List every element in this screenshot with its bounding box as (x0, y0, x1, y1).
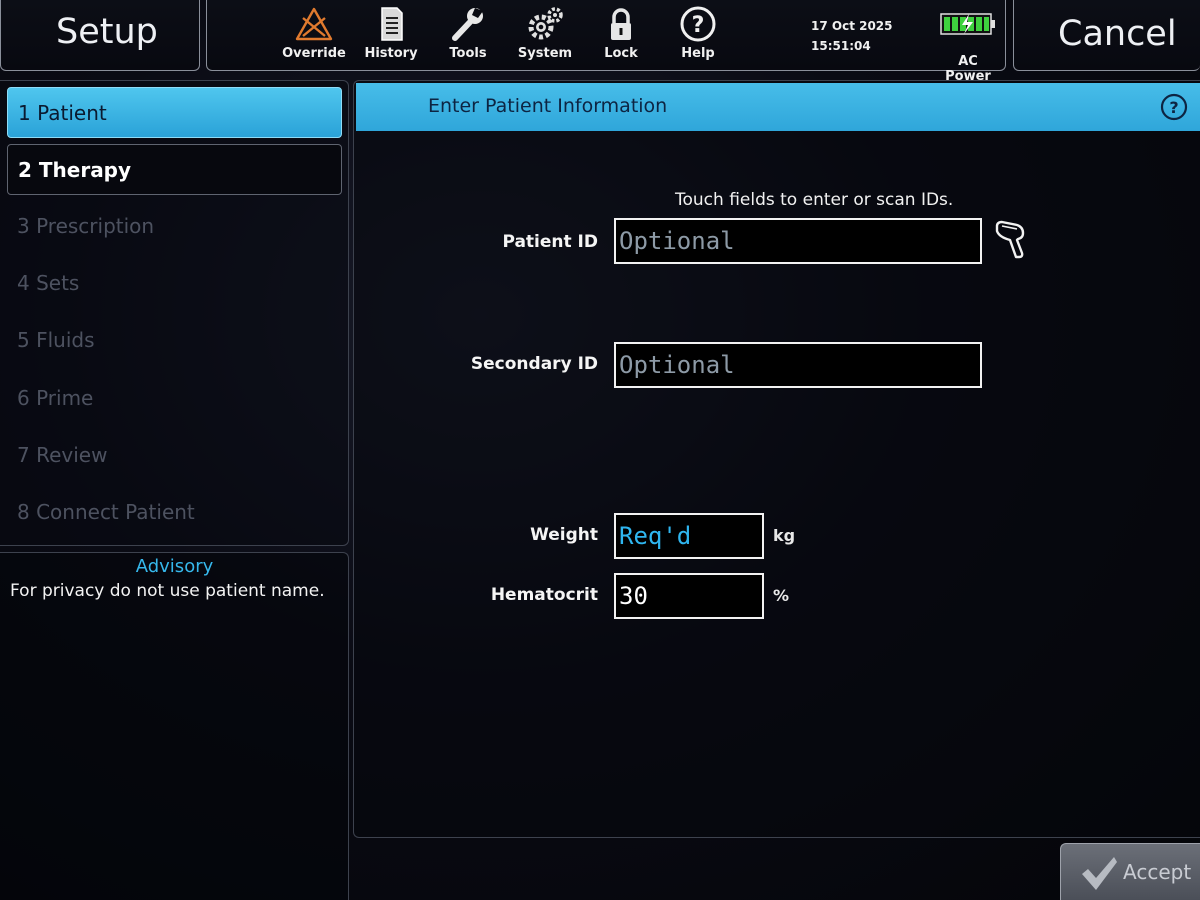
main-title: Enter Patient Information (428, 95, 668, 117)
step-connect-patient: 8 Connect Patient (17, 500, 195, 524)
help-button[interactable]: ? Help (663, 6, 733, 61)
svg-text:?: ? (1169, 98, 1178, 117)
barcode-scanner-icon[interactable] (993, 220, 1029, 260)
step-fluids: 5 Fluids (17, 328, 95, 352)
step-prescription: 3 Prescription (17, 214, 155, 238)
patient-id-placeholder: Optional (619, 227, 735, 255)
weight-value: Req'd (619, 522, 692, 550)
tools-button[interactable]: Tools (433, 6, 503, 61)
cancel-button[interactable]: Cancel (1013, 0, 1200, 71)
override-button[interactable]: Override (279, 6, 349, 61)
cancel-label: Cancel (1058, 14, 1177, 54)
override-icon (295, 7, 333, 41)
lock-button[interactable]: Lock (586, 6, 656, 61)
help-icon: ? (680, 6, 716, 42)
override-label: Override (282, 46, 346, 61)
main-header: Enter Patient Information ? (356, 83, 1200, 131)
wrench-icon (452, 8, 483, 41)
setup-title: Setup (56, 12, 158, 52)
weight-label: Weight (530, 525, 598, 545)
setup-title-box: Setup (0, 0, 200, 71)
checkmark-icon (1082, 857, 1117, 890)
system-label: System (517, 46, 573, 61)
patient-id-label: Patient ID (502, 232, 598, 252)
accept-label: Accept (1123, 860, 1192, 884)
svg-text:?: ? (692, 13, 705, 38)
patient-id-field[interactable]: Optional (614, 218, 982, 264)
help-label: Help (681, 46, 715, 61)
system-button[interactable]: System (510, 6, 580, 61)
step-therapy[interactable]: 2 Therapy (7, 144, 342, 195)
weight-field[interactable]: Req'd (614, 513, 764, 559)
steps-panel: 1 Patient 2 Therapy 3 Prescription 4 Set… (0, 80, 349, 546)
advisory-title: Advisory (135, 556, 214, 577)
secondary-id-placeholder: Optional (619, 351, 735, 379)
battery-charging-icon (940, 13, 995, 35)
history-button[interactable]: History (356, 6, 426, 61)
history-icon (381, 7, 403, 41)
datetime: 17 Oct 2025 15:51:04 (811, 16, 893, 56)
help-circle-icon[interactable]: ? (1160, 93, 1188, 121)
hematocrit-label: Hematocrit (490, 585, 598, 605)
time-text: 15:51:04 (811, 39, 871, 53)
secondary-id-field[interactable]: Optional (614, 342, 982, 388)
advisory-panel: Advisory For privacy do not use patient … (0, 552, 349, 900)
toolbar: Override History Tools System Lock ? Hel… (206, 0, 1006, 84)
power-status: AC Power (935, 12, 1001, 84)
gears-icon (528, 7, 563, 40)
step-sets: 4 Sets (17, 271, 80, 295)
step-prime: 6 Prime (17, 386, 94, 410)
hematocrit-value: 30 (619, 582, 648, 610)
history-label: History (364, 46, 418, 61)
advisory-text: For privacy do not use patient name. (10, 581, 325, 601)
lock-icon (611, 8, 631, 40)
lock-label: Lock (604, 46, 638, 61)
step-review: 7 Review (17, 443, 108, 467)
weight-unit: kg (773, 526, 796, 545)
date-text: 17 Oct 2025 (811, 19, 893, 33)
hematocrit-field[interactable]: 30 (614, 573, 764, 619)
step-patient[interactable]: 1 Patient (7, 87, 342, 138)
tools-label: Tools (449, 46, 487, 61)
accept-button[interactable]: Accept (1060, 843, 1200, 900)
secondary-id-label: Secondary ID (470, 354, 598, 374)
hematocrit-unit: % (773, 586, 790, 605)
instruction-text: Touch fields to enter or scan IDs. (675, 190, 954, 210)
